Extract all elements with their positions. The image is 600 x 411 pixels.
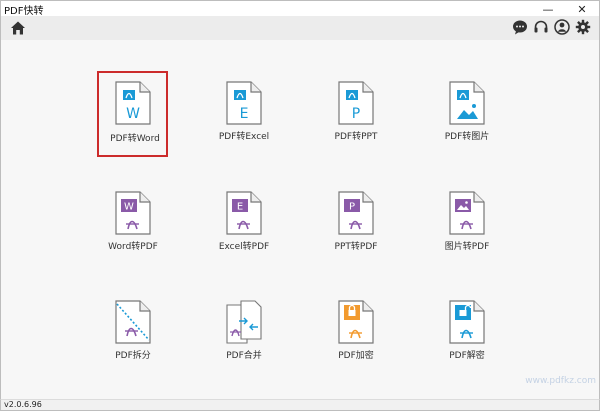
tool-pdf-to-image[interactable]: PDF转图片 xyxy=(431,73,503,155)
tool-pdf-to-word[interactable]: W PDF转Word xyxy=(97,71,168,157)
tool-label: PDF转图片 xyxy=(444,132,490,142)
pdf-merge-icon xyxy=(226,300,262,344)
home-icon[interactable] xyxy=(10,20,26,36)
chat-icon[interactable] xyxy=(512,19,528,35)
svg-text:E: E xyxy=(237,202,243,213)
headset-icon[interactable] xyxy=(533,19,549,35)
tool-label: PDF拆分 xyxy=(115,351,151,361)
pdf-split-icon xyxy=(115,300,151,344)
user-icon[interactable] xyxy=(554,19,570,35)
minimize-button[interactable]: — xyxy=(531,1,565,17)
pdf-encrypt-icon xyxy=(338,300,374,344)
tool-pdf-encrypt[interactable]: PDF加密 xyxy=(320,292,392,374)
tool-label: PDF转Excel xyxy=(218,132,270,142)
tool-label: PDF合并 xyxy=(226,351,262,361)
tool-pdf-decrypt[interactable]: PDF解密 xyxy=(431,292,503,374)
excel-to-pdf-icon: E xyxy=(226,191,262,235)
watermark: www.pdfkz.com xyxy=(525,376,596,386)
close-button[interactable]: ✕ xyxy=(565,1,599,17)
tool-ppt-to-pdf[interactable]: P PPT转PDF xyxy=(320,183,392,265)
title-bar: PDF快转 — ✕ xyxy=(0,0,600,17)
tool-pdf-to-ppt[interactable]: P PDF转PPT xyxy=(320,73,392,155)
pdf-to-word-icon: W xyxy=(115,81,151,125)
version-label: v2.0.6.96 xyxy=(4,400,42,409)
tool-pdf-split[interactable]: PDF拆分 xyxy=(97,292,169,374)
pdf-to-ppt-icon: P xyxy=(338,81,374,125)
tool-label: PDF解密 xyxy=(449,351,485,361)
tool-label: Excel转PDF xyxy=(218,242,270,252)
pdf-to-excel-icon: E xyxy=(226,81,262,125)
tool-pdf-to-excel[interactable]: E PDF转Excel xyxy=(208,73,280,155)
pdf-to-image-icon xyxy=(449,81,485,125)
tool-label: PPT转PDF xyxy=(334,242,378,252)
tool-pdf-merge[interactable]: PDF合并 xyxy=(208,292,280,374)
tool-label: PDF转Word xyxy=(110,134,160,144)
ppt-to-pdf-icon: P xyxy=(338,191,374,235)
tool-label: PDF转PPT xyxy=(334,132,378,142)
image-to-pdf-icon xyxy=(449,191,485,235)
tool-label: Word转PDF xyxy=(108,242,158,252)
gear-icon[interactable] xyxy=(575,19,591,35)
tool-word-to-pdf[interactable]: W Word转PDF xyxy=(97,183,169,265)
tool-excel-to-pdf[interactable]: E Excel转PDF xyxy=(208,183,280,265)
svg-text:P: P xyxy=(352,106,360,122)
tool-image-to-pdf[interactable]: 图片转PDF xyxy=(431,183,503,265)
toolbar xyxy=(0,16,600,40)
status-bar: v2.0.6.96 xyxy=(0,399,600,411)
window-title: PDF快转 xyxy=(4,6,44,17)
word-to-pdf-icon: W xyxy=(115,191,151,235)
pdf-decrypt-icon xyxy=(449,300,485,344)
svg-text:W: W xyxy=(124,202,134,213)
tool-grid: W PDF转Word E PDF转Excel P PDF转PPT PDF转图片 … xyxy=(0,40,600,399)
tool-label: PDF加密 xyxy=(338,351,374,361)
svg-text:W: W xyxy=(126,106,140,122)
window-controls: — ✕ xyxy=(531,1,599,17)
svg-text:P: P xyxy=(349,202,355,213)
svg-text:E: E xyxy=(240,106,249,122)
tool-label: 图片转PDF xyxy=(444,242,490,252)
